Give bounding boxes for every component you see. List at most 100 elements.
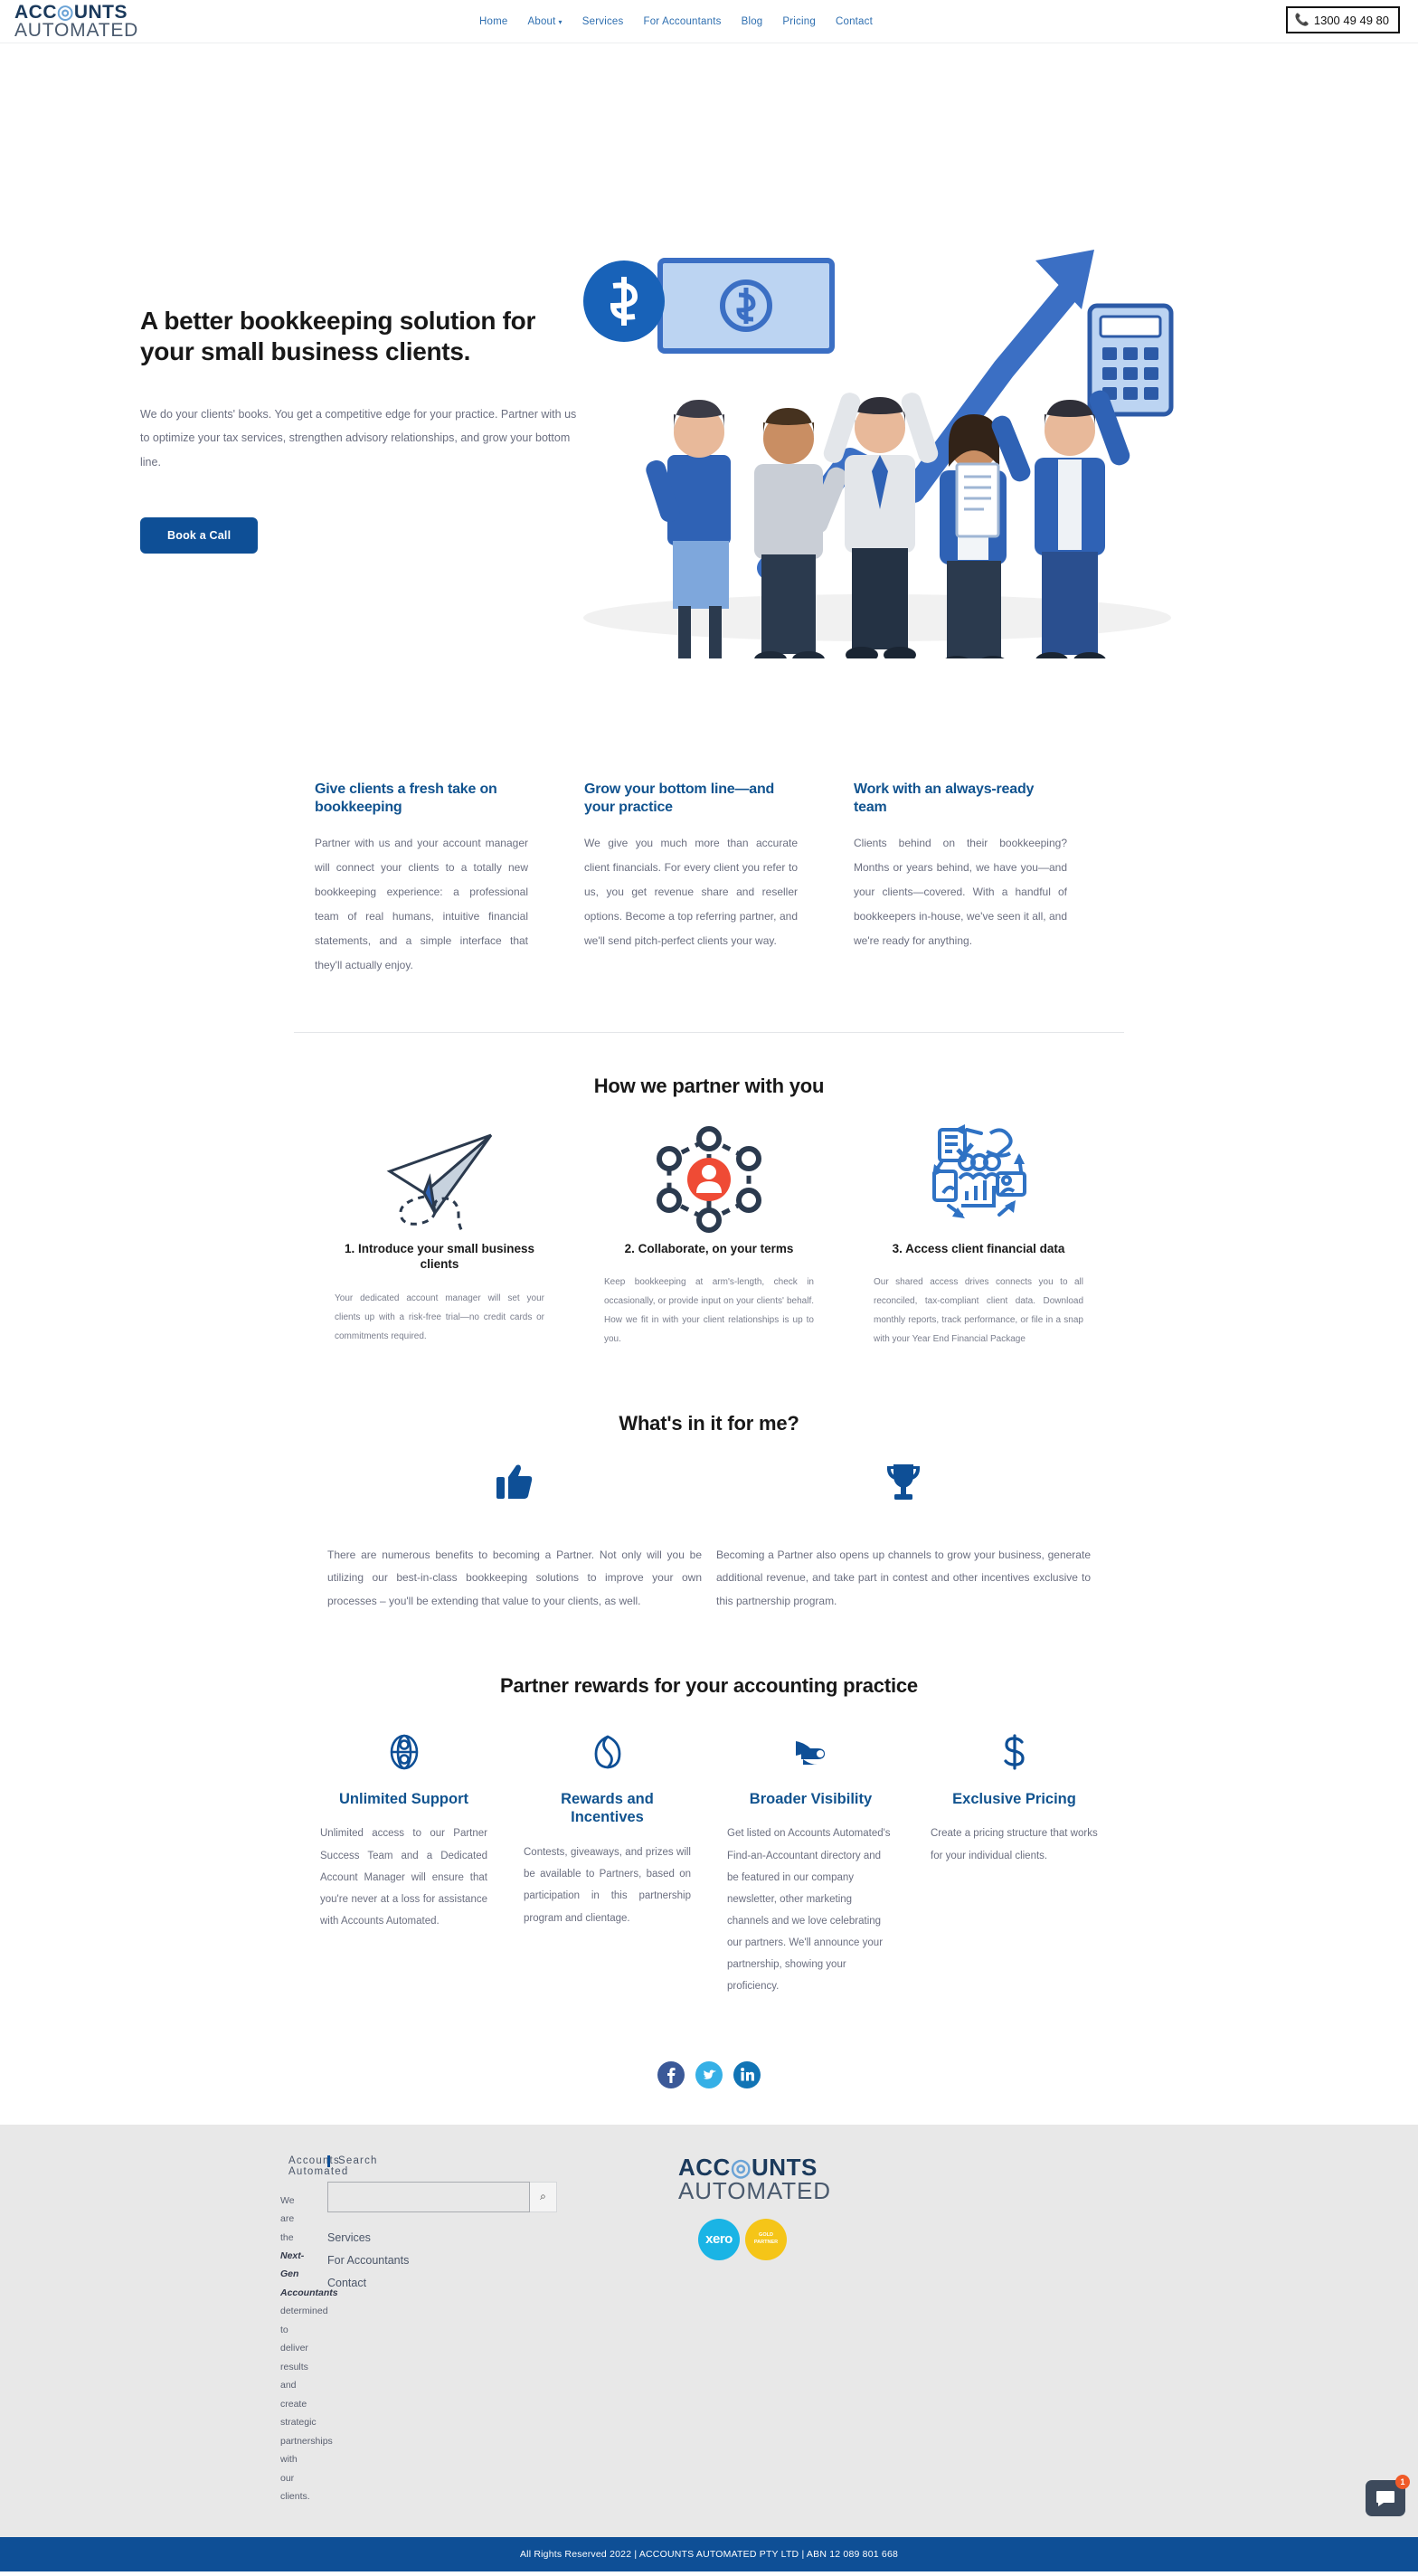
nav-item-pricing[interactable]: Pricing <box>782 16 816 27</box>
hero-image-area <box>579 98 1418 683</box>
nav-label: For Accountants <box>643 15 722 27</box>
reward-card: Broader Visibility Get listed on Account… <box>727 1734 894 1998</box>
wiifm-heading: What's in it for me? <box>619 1412 799 1435</box>
gift-rewards-icon <box>524 1734 691 1785</box>
rewards-items: Unlimited Support Unlimited access to ou… <box>0 1698 1418 1998</box>
gold-partner-badge: GOLD PARTNER <box>745 2218 787 2260</box>
site-footer: Accounts Automated We are the Next-Gen A… <box>0 2124 1418 2537</box>
partner-rewards-section: Partner rewards for your accounting prac… <box>0 1613 1418 1998</box>
benefit-title: Work with an always-ready team <box>854 781 1035 815</box>
heading-bar-icon <box>327 2155 330 2167</box>
chevron-down-icon: ▾ <box>558 17 562 26</box>
search-icon: ⌕ <box>540 2190 546 2203</box>
about-text-pre: We are the <box>280 2194 295 2243</box>
reward-body: Get listed on Accounts Automated's Find-… <box>727 1828 891 1993</box>
how-we-partner-heading: How we partner with you <box>593 1075 825 1097</box>
partner-step-body: Your dedicated account manager will set … <box>335 1293 544 1341</box>
reward-card: Exclusive Pricing Create a pricing struc… <box>931 1734 1098 1998</box>
reward-card: Unlimited Support Unlimited access to ou… <box>320 1734 487 1998</box>
site-header: ACC◎UNTS AUTOMATED Home About ▾ Services … <box>0 0 1418 43</box>
nav-item-services[interactable]: Services <box>582 16 624 27</box>
nav-label: Home <box>479 15 508 27</box>
footer-search-heading-text: Search <box>338 2155 378 2167</box>
benefit-card: Grow your bottom line—and your practice … <box>584 781 798 978</box>
page-title: A better bookkeeping solution for your s… <box>140 307 536 365</box>
linkedin-icon[interactable] <box>733 2060 761 2088</box>
benefit-card: Give clients a fresh take on bookkeeping… <box>315 781 528 978</box>
chat-bubble-icon <box>1376 2491 1394 2506</box>
wiifm-item: Becoming a Partner also opens up channel… <box>709 1463 1098 1613</box>
partner-step-title: 1. Introduce your small business clients <box>344 1242 535 1272</box>
nav-item-home[interactable]: Home <box>479 16 507 27</box>
wiifm-body: There are numerous benefits to becoming … <box>327 1548 702 1607</box>
footer-search-column: Search ⌕ Services For Accountants Contac… <box>307 2155 579 2506</box>
reward-card: Rewards and Incentives Contests, giveawa… <box>524 1734 691 1998</box>
footer-about-text: We are the Next-Gen Accountants determin… <box>280 2192 338 2506</box>
footer-link-contact[interactable]: Contact <box>327 2272 579 2295</box>
benefit-body: Partner with us and your account manager… <box>315 837 528 971</box>
logo-line-2: AUTOMATED <box>14 19 139 41</box>
footer-logo-line-2: AUTOMATED <box>678 2176 831 2204</box>
footer-logo[interactable]: ACC◎UNTS AUTOMATED <box>678 2155 904 2202</box>
rewards-heading: Partner rewards for your accounting prac… <box>500 1673 918 1697</box>
lifebuoy-support-icon <box>320 1734 487 1785</box>
footer-search-row: ⌕ <box>327 2181 579 2212</box>
megaphone-visibility-icon <box>727 1734 894 1785</box>
benefit-title: Give clients a fresh take on bookkeeping <box>315 781 497 815</box>
thumbs-up-icon <box>320 1463 709 1526</box>
chat-unread-badge: 1 <box>1395 2475 1410 2489</box>
site-logo[interactable]: ACC◎UNTS AUTOMATED <box>14 3 139 41</box>
nav-label: Pricing <box>782 15 816 27</box>
nav-item-about[interactable]: About ▾ <box>527 16 562 27</box>
reward-body: Contests, giveaways, and prizes will be … <box>524 1847 691 1924</box>
footer-link-services[interactable]: Services <box>327 2227 579 2249</box>
facebook-icon[interactable] <box>657 2060 685 2088</box>
phone-number: 1300 49 49 80 <box>1313 13 1389 27</box>
wiifm-item: There are numerous benefits to becoming … <box>320 1463 709 1613</box>
nav-item-contact[interactable]: Contact <box>836 16 873 27</box>
dollar-pricing-icon <box>931 1734 1098 1785</box>
wiifm-items: There are numerous benefits to becoming … <box>0 1435 1418 1613</box>
footer-logo-line-1: ACC◎UNTS <box>678 2153 818 2181</box>
benefit-title: Grow your bottom line—and your practice <box>584 781 775 815</box>
paper-plane-icon <box>335 1120 544 1237</box>
financial-data-cycle-icon <box>874 1120 1083 1237</box>
nav-item-blog[interactable]: Blog <box>742 16 763 27</box>
phone-button[interactable]: 📞 1300 49 49 80 <box>1285 6 1400 33</box>
partner-steps: 1. Introduce your small business clients… <box>0 1098 1418 1349</box>
partner-badges: xero GOLD PARTNER <box>678 2218 904 2260</box>
partner-step: 1. Introduce your small business clients… <box>335 1120 544 1349</box>
chat-widget-button[interactable]: 1 <box>1366 2475 1410 2516</box>
footer-brand-column: ACC◎UNTS AUTOMATED xero GOLD PARTNER <box>579 2155 904 2506</box>
nav-label: Services <box>581 15 624 27</box>
hero-section: A better bookkeeping solution for your s… <box>0 43 1418 731</box>
copyright-bar: All Rights Reserved 2022 | ACCOUNTS AUTO… <box>0 2536 1418 2571</box>
footer-link-for-accountants[interactable]: For Accountants <box>327 2249 579 2272</box>
reward-title: Unlimited Support <box>339 1790 468 1807</box>
search-button[interactable]: ⌕ <box>530 2181 557 2212</box>
logo-line-1: ACC◎UNTS <box>14 3 138 22</box>
wiifm-body: Becoming a Partner also opens up channel… <box>716 1548 1091 1607</box>
book-a-call-button[interactable]: Book a Call <box>140 516 259 554</box>
partner-step-body: Keep bookkeeping at arm's-length, check … <box>604 1277 814 1345</box>
team-finance-illustration <box>583 250 1174 683</box>
reward-title: Rewards and Incentives <box>561 1790 654 1826</box>
hero-subtitle: We do your clients' books. You get a com… <box>140 408 577 469</box>
reward-title: Exclusive Pricing <box>952 1790 1076 1807</box>
search-input[interactable] <box>327 2181 530 2212</box>
social-links <box>0 1998 1418 2125</box>
main-nav: Home About ▾ Services For Accountants Blo… <box>479 16 873 27</box>
twitter-icon[interactable] <box>695 2060 723 2088</box>
nav-label: Blog <box>741 15 763 27</box>
partner-step: 3. Access client financial data Our shar… <box>874 1120 1083 1349</box>
hero-illustration <box>579 233 1212 683</box>
network-collaboration-icon <box>604 1120 814 1237</box>
nav-item-for-accountants[interactable]: For Accountants <box>643 16 721 27</box>
benefit-card: Work with an always-ready team Clients b… <box>854 781 1067 978</box>
partner-step-title: 2. Collaborate, on your terms <box>624 1242 794 1255</box>
phone-icon: 📞 <box>1294 13 1309 26</box>
benefits-section: Give clients a fresh take on bookkeeping… <box>0 731 1418 978</box>
xero-badge: xero <box>698 2218 740 2260</box>
partner-step-title: 3. Access client financial data <box>892 1242 1065 1255</box>
footer-about-column: Accounts Automated We are the Next-Gen A… <box>0 2155 347 2506</box>
